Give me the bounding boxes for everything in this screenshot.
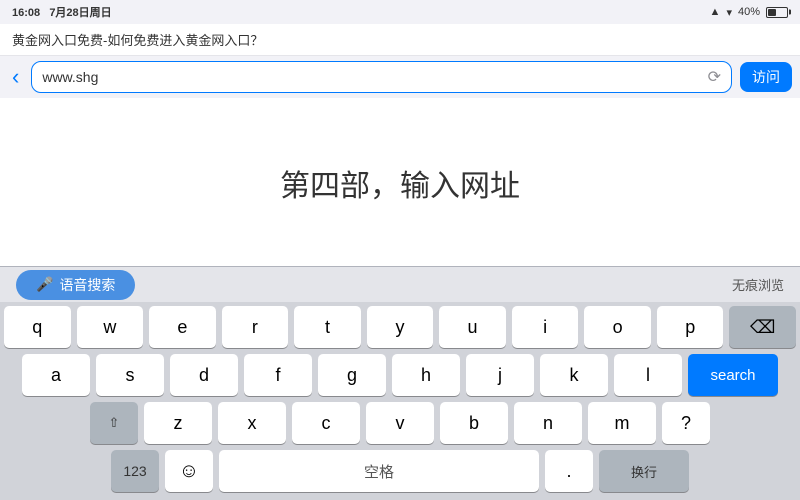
- voice-search-button[interactable]: 🎤 语音搜索: [16, 270, 135, 300]
- key-row-4: 123 ☺ 空格 . 换行: [4, 450, 796, 492]
- key-o[interactable]: o: [584, 306, 651, 348]
- status-time: 16:08: [12, 7, 40, 19]
- key-a[interactable]: a: [22, 354, 90, 396]
- address-bar[interactable]: www.shg ⟳: [31, 61, 732, 93]
- mic-icon: 🎤: [36, 276, 53, 293]
- private-mode-label: 无痕浏览: [732, 275, 784, 294]
- status-right: ▲ ▾ 40%: [710, 6, 788, 19]
- key-b[interactable]: b: [440, 402, 508, 444]
- instruction-text: 第四部，输入网址: [280, 161, 520, 205]
- status-bar: 16:08 7月28日周日 ▲ ▾ 40%: [0, 0, 800, 24]
- visit-button[interactable]: 访问: [740, 62, 792, 92]
- key-x[interactable]: x: [218, 402, 286, 444]
- battery-icon: [766, 7, 788, 18]
- keyboard-rows: q w e r t y u i o p ⌫ a s d f g h j k l …: [0, 302, 800, 500]
- key-q[interactable]: q: [4, 306, 71, 348]
- back-button[interactable]: ‹: [8, 64, 23, 90]
- backspace-key[interactable]: ⌫: [729, 306, 796, 348]
- key-z[interactable]: z: [144, 402, 212, 444]
- key-k[interactable]: k: [540, 354, 608, 396]
- key-d[interactable]: d: [170, 354, 238, 396]
- status-date: 7月28日周日: [49, 7, 111, 19]
- wifi-icon: ▾: [726, 6, 732, 19]
- key-p[interactable]: p: [657, 306, 724, 348]
- space-key[interactable]: 空格: [219, 450, 539, 492]
- keyboard-toolbar: 🎤 语音搜索 无痕浏览: [0, 266, 800, 302]
- battery-fill: [768, 9, 776, 16]
- page-title-bar: 黄金网入口免费-如何免费进入黄金网入口？: [0, 24, 800, 56]
- key-row-2: a s d f g h j k l search: [4, 354, 796, 396]
- key-row-1: q w e r t y u i o p ⌫: [4, 306, 796, 348]
- battery-percentage: 40%: [738, 6, 760, 18]
- shift-key[interactable]: ⇧: [90, 402, 138, 444]
- status-time-date: 16:08 7月28日周日: [12, 4, 112, 20]
- signal-icon: ▲: [710, 6, 721, 18]
- key-u[interactable]: u: [439, 306, 506, 348]
- key-l[interactable]: l: [614, 354, 682, 396]
- question-key[interactable]: ?: [662, 402, 710, 444]
- key-r[interactable]: r: [222, 306, 289, 348]
- address-text: www.shg: [42, 69, 707, 85]
- reload-icon[interactable]: ⟳: [708, 67, 721, 87]
- num-key[interactable]: 123: [111, 450, 159, 492]
- return-key[interactable]: 换行: [599, 450, 689, 492]
- dot-key[interactable]: .: [545, 450, 593, 492]
- voice-search-label: 语音搜索: [59, 275, 115, 295]
- key-g[interactable]: g: [318, 354, 386, 396]
- key-s[interactable]: s: [96, 354, 164, 396]
- key-f[interactable]: f: [244, 354, 312, 396]
- keyboard-container: 🎤 语音搜索 无痕浏览 q w e r t y u i o p ⌫ a s d …: [0, 266, 800, 500]
- key-n[interactable]: n: [514, 402, 582, 444]
- emoji-key[interactable]: ☺: [165, 450, 213, 492]
- key-i[interactable]: i: [512, 306, 579, 348]
- key-row-3: ⇧ z x c v b n m ?: [4, 402, 796, 444]
- key-v[interactable]: v: [366, 402, 434, 444]
- key-j[interactable]: j: [466, 354, 534, 396]
- key-e[interactable]: e: [149, 306, 216, 348]
- page-title: 黄金网入口免费-如何免费进入黄金网入口？: [12, 33, 263, 48]
- key-m[interactable]: m: [588, 402, 656, 444]
- key-w[interactable]: w: [77, 306, 144, 348]
- search-key[interactable]: search: [688, 354, 778, 396]
- key-h[interactable]: h: [392, 354, 460, 396]
- nav-bar: ‹ www.shg ⟳ 访问: [0, 56, 800, 98]
- key-t[interactable]: t: [294, 306, 361, 348]
- key-y[interactable]: y: [367, 306, 434, 348]
- main-content: 第四部，输入网址: [0, 98, 800, 268]
- key-c[interactable]: c: [292, 402, 360, 444]
